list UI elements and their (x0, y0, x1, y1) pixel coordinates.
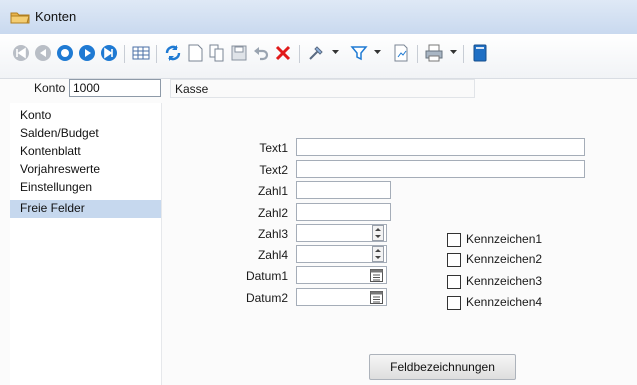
zahl4-input[interactable] (296, 245, 387, 263)
konto-name: Kasse (175, 82, 209, 96)
sidebar-item-label: Einstellungen (20, 180, 93, 194)
sidebar-item-freie-felder[interactable]: Freie Felder (10, 200, 161, 218)
delete-icon[interactable] (272, 42, 294, 64)
zahl3-spin-icon[interactable] (372, 225, 384, 241)
zahl3-label: Zahl3 (257, 227, 288, 241)
konto-number-input[interactable] (69, 79, 161, 97)
sidebar-item-label: Vorjahreswerte (20, 162, 101, 176)
datum2-input[interactable] (296, 288, 387, 306)
tools-dropdown-icon[interactable] (332, 50, 339, 55)
calendar-icon[interactable] (370, 290, 383, 304)
play-next-icon[interactable] (76, 42, 98, 64)
sidebar-item-kontenblatt[interactable]: Kontenblatt (10, 143, 161, 161)
last-record-icon[interactable] (98, 42, 120, 64)
sidebar-item-salden-budget[interactable]: Salden/Budget (10, 125, 161, 143)
text1-input[interactable] (296, 138, 585, 156)
checkbox-box[interactable] (447, 253, 461, 267)
zahl1-input[interactable] (296, 181, 391, 199)
previous-record-icon[interactable] (32, 42, 54, 64)
checkbox-box[interactable] (447, 296, 461, 310)
checkbox-box[interactable] (447, 233, 461, 247)
print-dropdown-icon[interactable] (450, 50, 457, 55)
zahl4-spin-icon[interactable] (372, 246, 384, 262)
checkbox-box[interactable] (447, 275, 461, 289)
folder-icon (10, 12, 30, 24)
sidebar-item-konto[interactable]: Konto (10, 107, 161, 125)
sidebar-item-vorjahreswerte[interactable]: Vorjahreswerte (10, 161, 161, 179)
undo-icon[interactable] (250, 42, 272, 64)
tools-icon[interactable] (305, 42, 327, 64)
datum2-label: Datum2 (245, 291, 288, 305)
feldbezeichnungen-button[interactable]: Feldbezeichnungen (369, 354, 516, 380)
title-bar: Konten (0, 0, 637, 34)
sidebar: Konto Salden/Budget Kontenblatt Vorjahre… (10, 103, 162, 385)
konto-row: Konto Kasse (0, 78, 637, 102)
window-title: Konten (35, 9, 77, 24)
calendar-icon[interactable] (370, 268, 383, 282)
next-record-icon[interactable] (54, 42, 76, 64)
toolbar (0, 34, 637, 79)
table-view-icon[interactable] (130, 42, 152, 64)
sidebar-item-label: Freie Felder (20, 201, 85, 215)
datum1-label: Datum1 (245, 269, 288, 283)
text2-input[interactable] (296, 160, 585, 178)
kennzeichen2-label: Kennzeichen2 (466, 252, 543, 266)
zahl2-input[interactable] (296, 203, 391, 221)
first-record-icon[interactable] (10, 42, 32, 64)
konto-name-box: Kasse (170, 79, 475, 98)
print-icon[interactable] (423, 42, 445, 64)
sidebar-item-einstellungen[interactable]: Einstellungen (10, 179, 161, 197)
save-icon[interactable] (228, 42, 250, 64)
zahl3-input[interactable] (296, 224, 387, 242)
text2-label: Text2 (259, 163, 288, 177)
konto-label: Konto (34, 81, 66, 95)
zahl4-label: Zahl4 (257, 248, 288, 262)
kennzeichen3-label: Kennzeichen3 (466, 274, 543, 288)
report-icon[interactable] (390, 42, 412, 64)
new-icon[interactable] (184, 42, 206, 64)
zahl2-label: Zahl2 (257, 206, 288, 220)
filter-icon[interactable] (348, 42, 370, 64)
sidebar-item-label: Salden/Budget (20, 126, 99, 140)
kennzeichen1-label: Kennzeichen1 (466, 232, 543, 246)
kennzeichen4-label: Kennzeichen4 (466, 295, 543, 309)
book-icon[interactable] (469, 42, 491, 64)
sidebar-item-label: Kontenblatt (20, 144, 81, 158)
copy-icon[interactable] (206, 42, 228, 64)
filter-dropdown-icon[interactable] (374, 50, 381, 55)
konten-window: Konten Konto 1000 Kasse Konto Salden/Bud… (0, 0, 637, 385)
text1-label: Text1 (259, 141, 288, 155)
sidebar-item-label: Konto (20, 108, 52, 122)
refresh-icon[interactable] (162, 42, 184, 64)
datum1-input[interactable] (296, 266, 387, 284)
zahl1-label: Zahl1 (257, 184, 288, 198)
